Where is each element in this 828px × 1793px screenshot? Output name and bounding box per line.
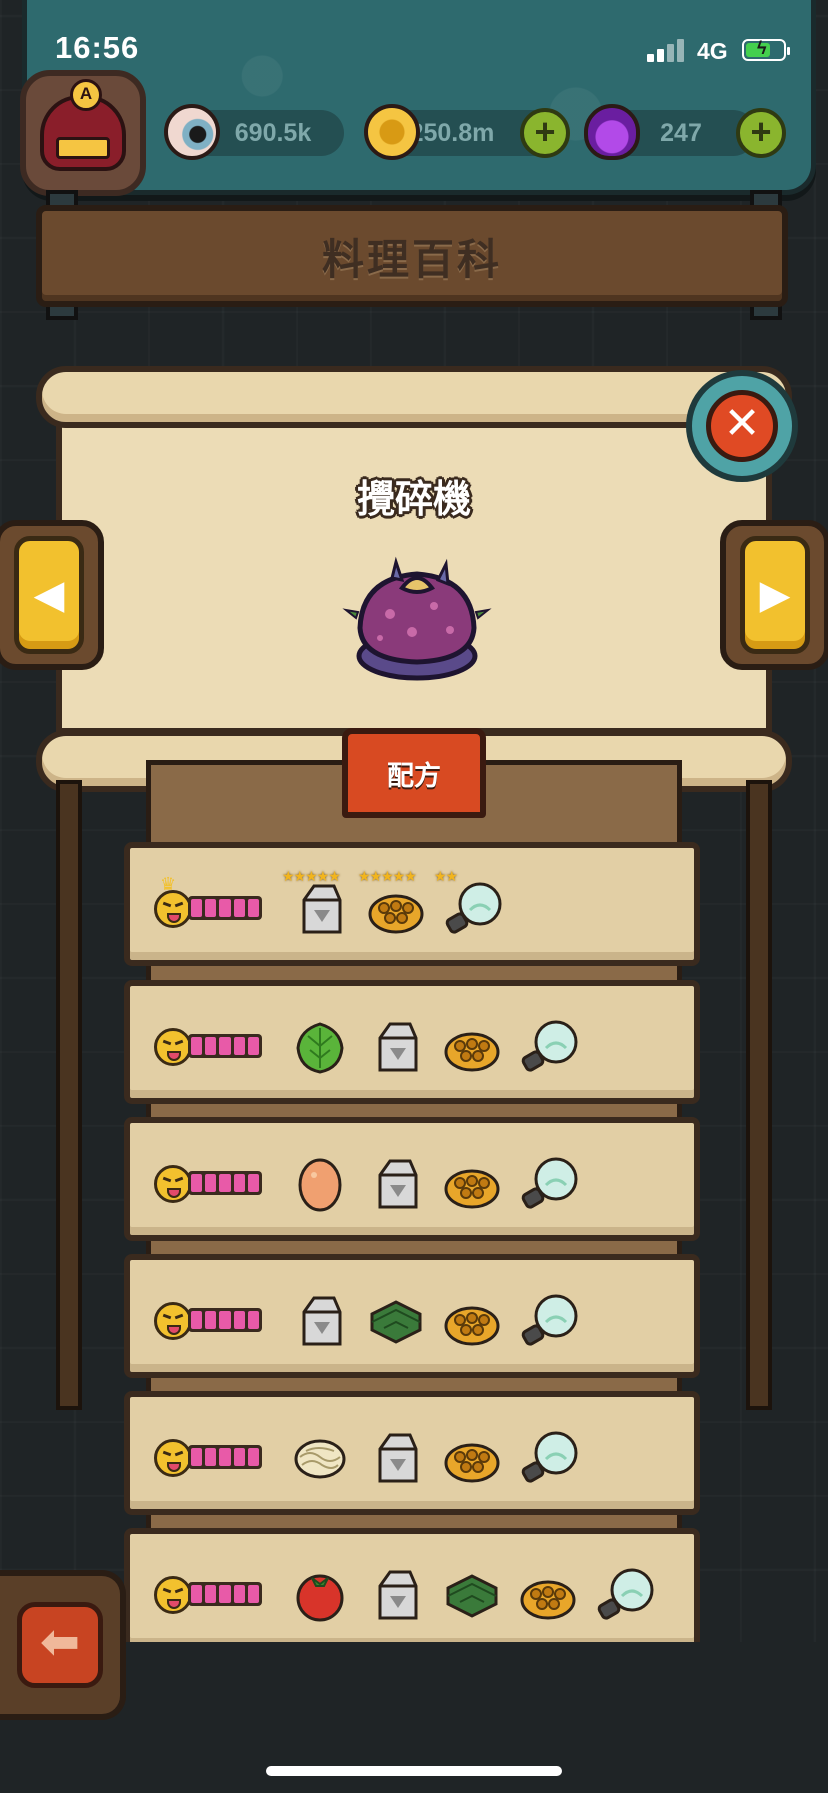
close-button[interactable]: ✕ (686, 370, 798, 482)
light-bulb-icon (445, 882, 502, 934)
battery-icon: ϟ (742, 38, 790, 61)
light-bulb-icon (521, 1020, 578, 1072)
light-bulb-icon (521, 1157, 578, 1209)
taste-rating-bar (188, 1171, 262, 1195)
crown-icon: ♛ (160, 874, 177, 894)
chevron-right-icon: ▶ (759, 573, 791, 617)
back-button[interactable]: ⬅ (0, 1570, 126, 1720)
taste-face-icon (154, 890, 192, 928)
recipe-row[interactable]: ♛ ★★★★★ ★★★★★ ★★ (124, 842, 700, 966)
purple-dish-icon (342, 556, 492, 681)
gold-coin-icon (364, 104, 420, 160)
close-icon: ✕ (706, 390, 778, 462)
egg-icon (298, 1158, 342, 1212)
taste-rating-bar (188, 1445, 262, 1469)
taste-rating-bar (188, 1034, 262, 1058)
seaweed-icon (370, 1300, 422, 1344)
milk-carton-icon (378, 1433, 418, 1483)
next-dish-button[interactable]: ▶ (720, 520, 828, 670)
dish-name: 攪碎機 (356, 479, 471, 521)
honeycomb-icon (444, 1169, 500, 1209)
recipe-row[interactable] (124, 1528, 700, 1652)
milk-carton-icon (378, 1159, 418, 1209)
recipe-tab[interactable]: 配方 (342, 728, 486, 818)
add-coins-button[interactable]: + (520, 108, 570, 158)
honeycomb-icon (444, 1443, 500, 1483)
lettuce-icon (296, 1022, 344, 1074)
coin-value: 250.8m (409, 118, 495, 147)
player-avatar[interactable]: A (20, 70, 146, 196)
honeycomb-icon (520, 1580, 576, 1620)
recipe-row[interactable] (124, 980, 700, 1104)
seaweed-icon (446, 1574, 498, 1618)
honeycomb-icon (444, 1306, 500, 1346)
monster-face-icon: A (40, 79, 126, 171)
eyeball-icon (164, 104, 220, 160)
milk-carton-icon (302, 1296, 342, 1346)
taste-rating-bar (188, 1582, 262, 1606)
taste-rating-bar (188, 1308, 262, 1332)
taste-face-icon (154, 1028, 192, 1066)
milk-carton-icon (378, 1570, 418, 1620)
recipe-row[interactable] (124, 1117, 700, 1241)
arrow-left-icon: ⬅ (17, 1602, 103, 1688)
scroll-top-rod (36, 366, 792, 428)
ladder-left-rail (56, 780, 82, 1410)
eyeball-value: 690.5k (234, 118, 312, 147)
avatar-badge: A (70, 79, 102, 111)
ladder-right-rail (746, 780, 772, 1410)
taste-rating-bar (188, 896, 262, 920)
ingredient-stars: ★★★★★ (282, 868, 341, 884)
previous-dish-button[interactable]: ◀ (0, 520, 104, 670)
noodles-icon (294, 1439, 346, 1479)
tomato-icon (296, 1574, 344, 1622)
ingredient-stars: ★★ (434, 868, 458, 884)
status-time: 16:56 (55, 30, 140, 65)
milk-carton-icon (302, 884, 342, 934)
taste-face-icon (154, 1302, 192, 1340)
page-title: 料理百科 (36, 205, 788, 307)
potion-value: 247 (660, 118, 702, 147)
light-bulb-icon (521, 1431, 578, 1483)
network-label: 4G (697, 38, 728, 64)
add-potions-button[interactable]: + (736, 108, 786, 158)
taste-face-icon (154, 1165, 192, 1203)
milk-carton-icon (378, 1022, 418, 1072)
recipe-row[interactable] (124, 1254, 700, 1378)
light-bulb-icon (521, 1294, 578, 1346)
recipe-row[interactable] (124, 1391, 700, 1515)
potion-icon (584, 104, 640, 160)
taste-face-icon (154, 1576, 192, 1614)
signal-icon (647, 38, 687, 62)
home-indicator (266, 1766, 562, 1776)
ingredient-stars: ★★★★★ (358, 868, 417, 884)
light-bulb-icon (597, 1568, 654, 1620)
honeycomb-icon (368, 894, 424, 934)
honeycomb-icon (444, 1032, 500, 1072)
taste-face-icon (154, 1439, 192, 1477)
chevron-left-icon: ◀ (33, 573, 65, 617)
